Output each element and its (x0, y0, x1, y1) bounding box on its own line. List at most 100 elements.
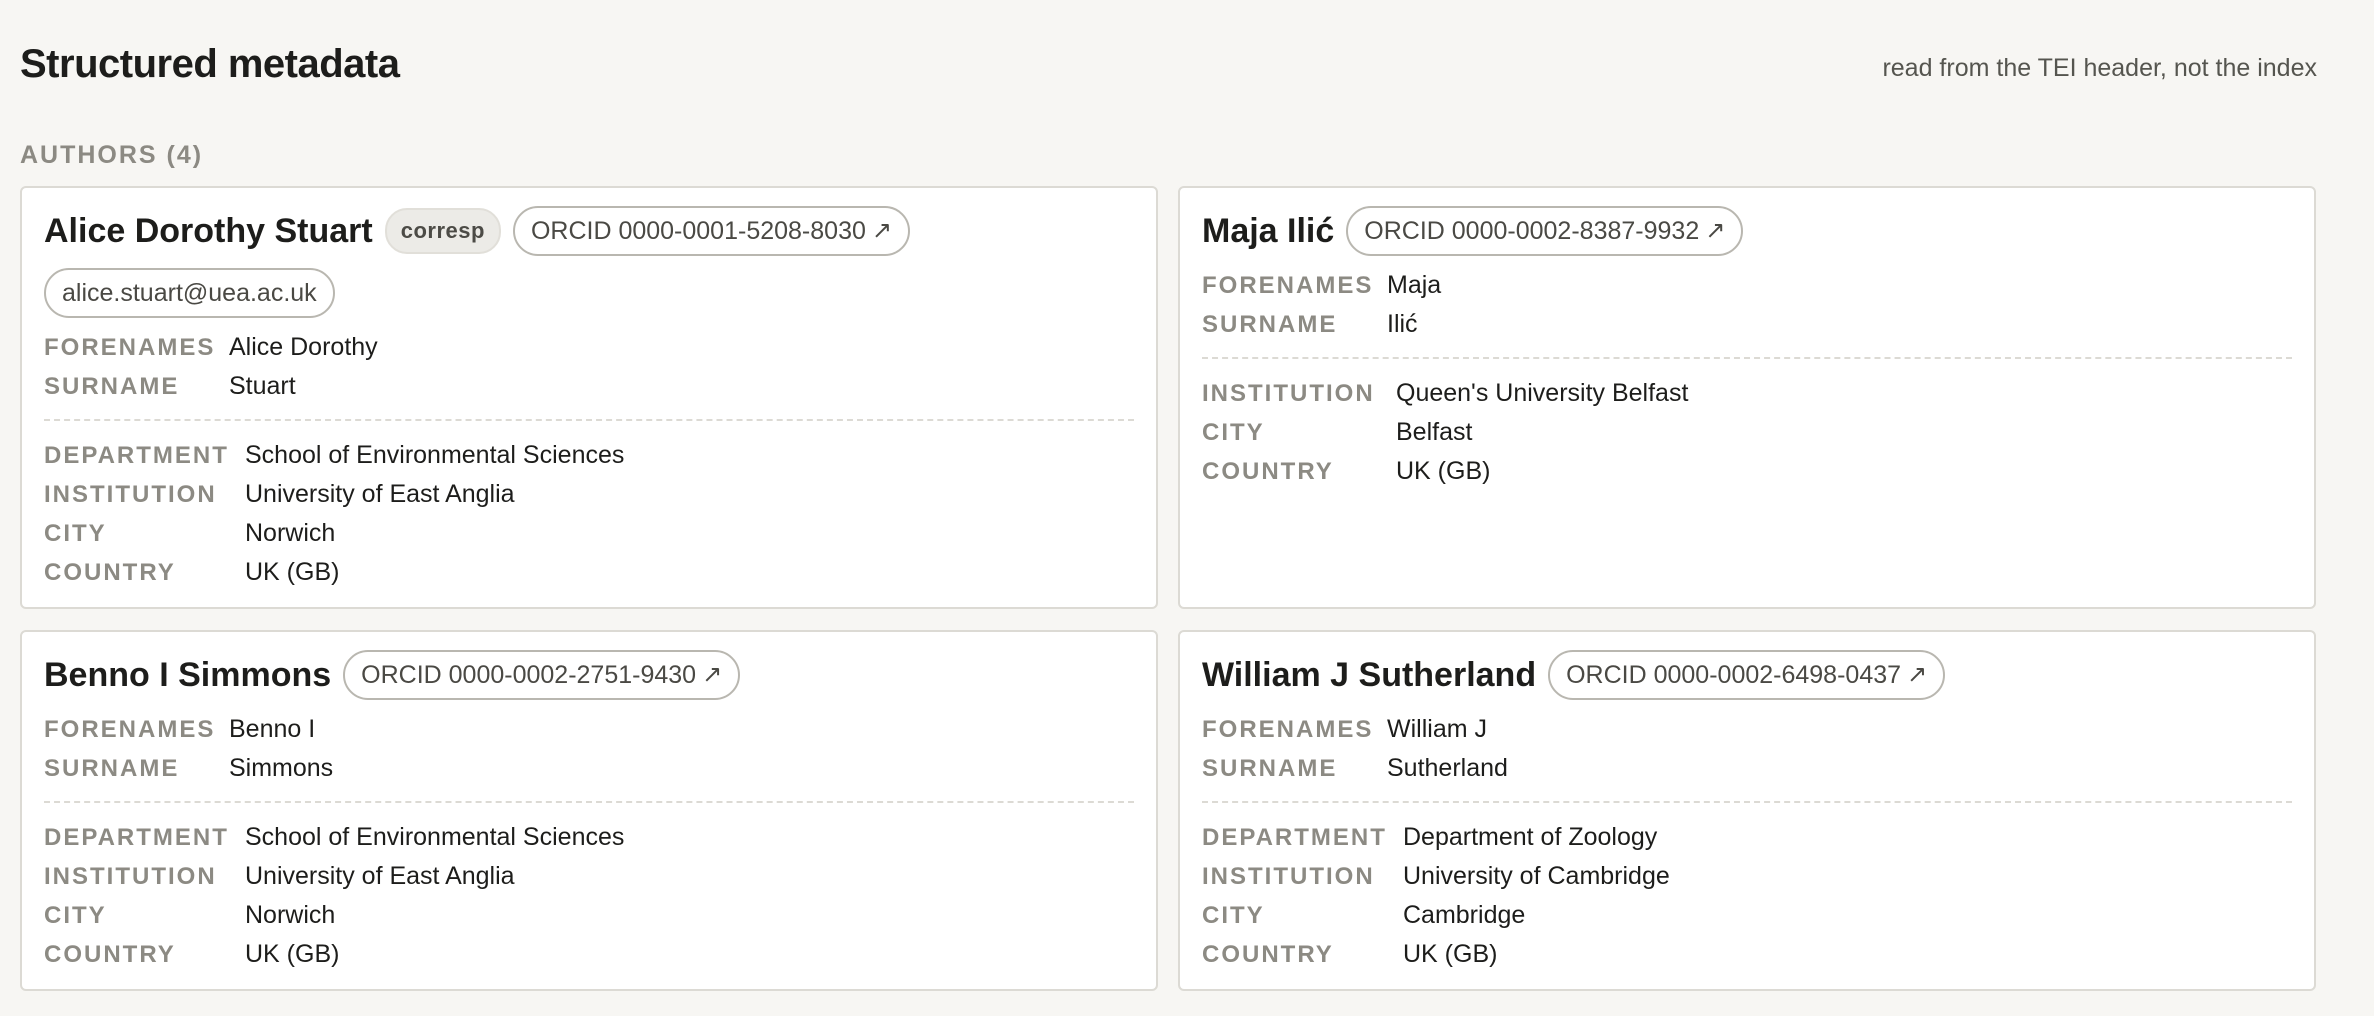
forenames-label: FORENAMES (44, 716, 216, 743)
department-label: DEPARTMENT (44, 442, 229, 469)
affiliation-fields: INSTITUTION Queen's University Belfast CI… (1202, 374, 2292, 491)
author-card: Maja Ilić ORCID 0000-0002-8387-9932 ↗ FOR… (1178, 186, 2316, 609)
city-row: CITY Cambridge (1202, 896, 2292, 935)
institution-row: INSTITUTION Queen's University Belfast (1202, 374, 2292, 413)
city-label: CITY (1202, 419, 1265, 446)
surname-row: SURNAME Ilić (1202, 305, 2292, 344)
author-name: Alice Dorothy Stuart (44, 212, 373, 250)
forenames-label: FORENAMES (44, 334, 216, 361)
surname-value: Ilić (1387, 310, 1418, 338)
name-fields: FORENAMES Alice Dorothy SURNAME Stuart (44, 328, 1134, 406)
author-card: Alice Dorothy Stuart corresp ORCID 0000-… (20, 186, 1158, 609)
institution-label: INSTITUTION (44, 481, 217, 508)
surname-label: SURNAME (1202, 755, 1338, 782)
forenames-label: FORENAMES (1202, 716, 1374, 743)
affiliation-fields: DEPARTMENT School of Environmental Scienc… (44, 818, 1134, 974)
name-fields: FORENAMES Maja SURNAME Ilić (1202, 266, 2292, 344)
source-note: read from the TEI header, not the index (1882, 54, 2317, 82)
author-card-header: Benno I Simmons ORCID 0000-0002-2751-943… (44, 650, 1134, 700)
email-link[interactable]: alice.stuart@uea.ac.uk (44, 268, 335, 318)
forenames-row: FORENAMES William J (1202, 710, 2292, 749)
author-name: Benno I Simmons (44, 656, 332, 694)
city-row: CITY Norwich (44, 514, 1134, 553)
author-card-header: William J Sutherland ORCID 0000-0002-649… (1202, 650, 2292, 700)
institution-value: University of East Anglia (245, 862, 515, 890)
city-row: CITY Belfast (1202, 413, 2292, 452)
country-value: UK (GB) (1403, 940, 1498, 968)
author-name: Maja Ilić (1202, 212, 1335, 250)
country-label: COUNTRY (44, 941, 176, 968)
surname-value: Stuart (229, 372, 296, 400)
department-value: Department of Zoology (1403, 823, 1658, 851)
arrow-up-right-icon: ↗ (702, 661, 723, 688)
country-row: COUNTRY UK (GB) (1202, 935, 2292, 974)
institution-row: INSTITUTION University of East Anglia (44, 857, 1134, 896)
city-value: Cambridge (1403, 901, 1526, 929)
country-row: COUNTRY UK (GB) (1202, 452, 2292, 491)
orcid-link[interactable]: ORCID 0000-0002-6498-0437 ↗ (1548, 650, 1946, 700)
author-card-header: Maja Ilić ORCID 0000-0002-8387-9932 ↗ (1202, 206, 2292, 256)
name-fields: FORENAMES William J SURNAME Sutherland (1202, 710, 2292, 788)
surname-value: Sutherland (1387, 754, 1508, 782)
department-label: DEPARTMENT (44, 824, 229, 851)
city-value: Belfast (1396, 418, 1473, 446)
orcid-label: ORCID 0000-0002-6498-0437 (1566, 661, 1902, 689)
orcid-link[interactable]: ORCID 0000-0002-2751-9430 ↗ (343, 650, 741, 700)
city-label: CITY (1202, 902, 1265, 929)
arrow-up-right-icon: ↗ (1705, 217, 1726, 244)
country-row: COUNTRY UK (GB) (44, 553, 1134, 592)
surname-label: SURNAME (1202, 311, 1338, 338)
forenames-value: Alice Dorothy (229, 333, 378, 361)
surname-label: SURNAME (44, 755, 180, 782)
surname-label: SURNAME (44, 373, 180, 400)
affiliation-fields: DEPARTMENT School of Environmental Scienc… (44, 436, 1134, 592)
surname-row: SURNAME Sutherland (1202, 749, 2292, 788)
forenames-value: Benno I (229, 715, 316, 743)
surname-row: SURNAME Stuart (44, 367, 1134, 406)
divider (44, 419, 1134, 421)
author-card: William J Sutherland ORCID 0000-0002-649… (1178, 630, 2316, 991)
arrow-up-right-icon: ↗ (1907, 661, 1928, 688)
divider (44, 801, 1134, 803)
surname-row: SURNAME Simmons (44, 749, 1134, 788)
orcid-link[interactable]: ORCID 0000-0002-8387-9932 ↗ (1346, 206, 1744, 256)
country-label: COUNTRY (1202, 458, 1334, 485)
orcid-label: ORCID 0000-0002-2751-9430 (361, 661, 697, 689)
author-name: William J Sutherland (1202, 656, 1537, 694)
country-value: UK (GB) (245, 558, 340, 586)
forenames-label: FORENAMES (1202, 272, 1374, 299)
institution-label: INSTITUTION (1202, 863, 1375, 890)
department-row: DEPARTMENT School of Environmental Scienc… (44, 436, 1134, 475)
name-fields: FORENAMES Benno I SURNAME Simmons (44, 710, 1134, 788)
country-value: UK (GB) (245, 940, 340, 968)
country-label: COUNTRY (44, 559, 176, 586)
department-value: School of Environmental Sciences (245, 441, 625, 469)
corresponding-author-badge: corresp (384, 208, 501, 254)
department-label: DEPARTMENT (1202, 824, 1387, 851)
orcid-label: ORCID 0000-0002-8387-9932 (1364, 217, 1700, 245)
institution-value: University of Cambridge (1403, 862, 1670, 890)
country-value: UK (GB) (1396, 457, 1491, 485)
divider (1202, 801, 2292, 803)
institution-value: Queen's University Belfast (1396, 379, 1689, 407)
forenames-row: FORENAMES Benno I (44, 710, 1134, 749)
department-value: School of Environmental Sciences (245, 823, 625, 851)
forenames-row: FORENAMES Maja (1202, 266, 2292, 305)
institution-row: INSTITUTION University of Cambridge (1202, 857, 2292, 896)
institution-label: INSTITUTION (44, 863, 217, 890)
department-row: DEPARTMENT Department of Zoology (1202, 818, 2292, 857)
arrow-up-right-icon: ↗ (871, 217, 892, 244)
forenames-row: FORENAMES Alice Dorothy (44, 328, 1134, 367)
city-value: Norwich (245, 901, 336, 929)
affiliation-fields: DEPARTMENT Department of Zoology INSTITUT… (1202, 818, 2292, 974)
forenames-value: William J (1387, 715, 1487, 743)
authors-heading: AUTHORS (4) (20, 141, 204, 169)
page-title: Structured metadata (20, 42, 400, 86)
department-row: DEPARTMENT School of Environmental Scienc… (44, 818, 1134, 857)
city-label: CITY (44, 902, 107, 929)
country-row: COUNTRY UK (GB) (44, 935, 1134, 974)
orcid-link[interactable]: ORCID 0000-0001-5208-8030 ↗ (512, 206, 910, 256)
city-value: Norwich (245, 519, 336, 547)
country-label: COUNTRY (1202, 941, 1334, 968)
forenames-value: Maja (1387, 271, 1442, 299)
